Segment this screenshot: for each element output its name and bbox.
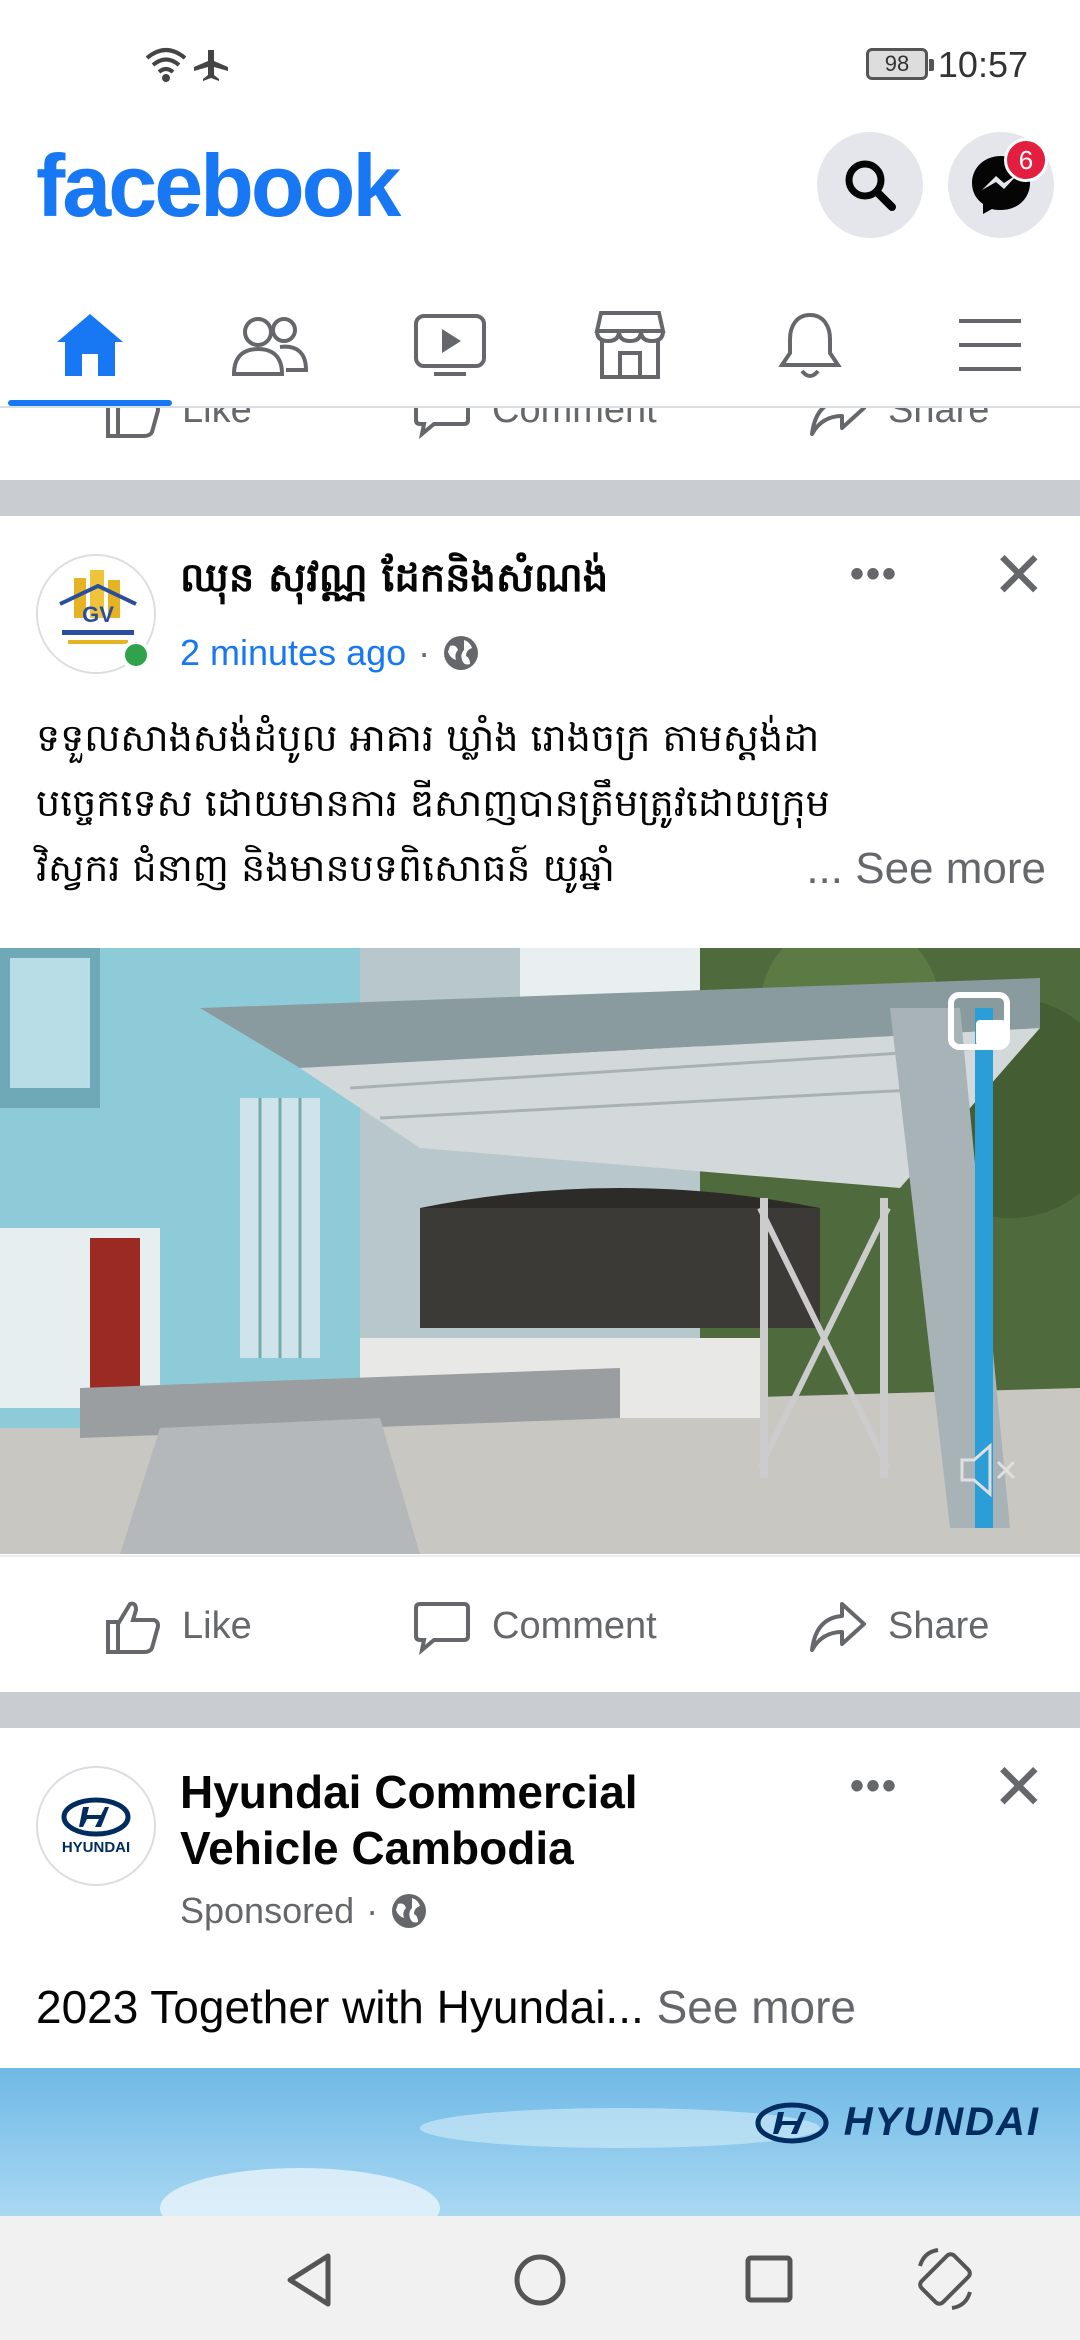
avatar-brand-text: HYUNDAI (61, 1838, 131, 1856)
post-text-line-1: ទទួលសាងសង់ដំបូល អាគារ ឃ្លាំង រោងចក្រ តាម… (36, 716, 820, 760)
prev-share-label: Share (888, 408, 990, 431)
post-author-name[interactable]: ឈុន សុវណ្ណ ដែកនិងសំណង់ (180, 552, 608, 611)
prev-post-action-bar: Like Comment Share (0, 408, 1080, 480)
like-button[interactable]: Like (102, 1596, 252, 1656)
see-more-label: See more (855, 844, 1046, 893)
prev-comment-button[interactable]: Comment (412, 408, 657, 440)
messenger-badge: 6 (1004, 138, 1048, 182)
tab-notifications[interactable] (720, 280, 900, 410)
ad-banner-image[interactable]: HYUNDAI (0, 2068, 1080, 2216)
system-navigation-bar (0, 2216, 1080, 2340)
search-button[interactable] (817, 132, 923, 238)
ad-body: 2023 Together with Hyundai... See more (36, 1980, 856, 2034)
battery-indicator: 98 (866, 48, 934, 80)
post-text-line-3: វិស្វករ ជំនាញ និងមានបទពិសោធន៍ យូឆ្នាំ (36, 846, 615, 890)
post-options-button[interactable]: ••• (850, 552, 898, 597)
tab-home[interactable] (0, 280, 180, 410)
status-time: 10:57 (937, 44, 1028, 85)
hyundai-logo-icon (61, 1797, 131, 1836)
marketplace-icon (594, 311, 666, 379)
sponsor-name[interactable]: Hyundai Commercial Vehicle Cambodia (180, 1764, 638, 1876)
watch-icon (414, 314, 486, 376)
post-meta: 2 minutes ago · (180, 632, 480, 674)
globe-icon (444, 636, 479, 670)
tab-menu[interactable] (900, 280, 1080, 410)
sponsor-name-line-2: Vehicle Cambodia (180, 1822, 574, 1874)
share-icon (810, 408, 866, 436)
home-icon (57, 314, 123, 376)
share-label: Share (888, 1604, 990, 1647)
banner-brand-text: HYUNDAI (843, 2100, 1040, 2144)
prev-share-button[interactable]: Share (808, 408, 989, 440)
facebook-logo[interactable]: facebook (36, 135, 401, 237)
feed-separator-2 (0, 1692, 1080, 1728)
messenger-button[interactable]: 6 (948, 132, 1054, 238)
meta-separator: · (418, 632, 431, 673)
hyundai-emblem-icon (755, 2102, 829, 2143)
post-timestamp[interactable]: 2 minutes ago (180, 632, 406, 674)
meta-separator-2: · (366, 1890, 379, 1931)
friends-icon (231, 317, 309, 376)
post-text-line-3-row: វិស្វករ ជំនាញ និងមានបទពិសោធន៍ យូឆ្នាំ ..… (36, 836, 1046, 901)
avatar-logo-text: GV (82, 602, 114, 627)
back-icon[interactable] (284, 2252, 334, 2308)
notifications-icon (778, 312, 842, 378)
post-body: ទទួលសាងសង់ដំបូល អាគារ ឃ្លាំង រោងចក្រ តាម… (36, 706, 1046, 901)
post-text-line-2: បច្ចេកទេស ដោយមានការ ឌីសាញបានត្រឹមត្រូវដោ… (36, 781, 830, 825)
menu-icon (959, 319, 1021, 371)
banner-brand: HYUNDAI (754, 2100, 1040, 2145)
sponsor-options-button[interactable]: ••• (850, 1764, 898, 1809)
home-nav-icon[interactable] (512, 2252, 568, 2308)
share-button[interactable]: Share (808, 1596, 989, 1656)
pip-icon[interactable] (948, 992, 1010, 1050)
like-label: Like (182, 1604, 252, 1647)
ad-see-more-link[interactable]: See more (657, 1981, 856, 2033)
feed-separator (0, 480, 1080, 516)
sponsored-label[interactable]: Sponsored (180, 1890, 354, 1932)
prev-like-label: Like (182, 408, 252, 431)
hide-post-button[interactable]: ✕ (992, 538, 1046, 613)
sponsor-meta: Sponsored · (180, 1890, 428, 1932)
like-icon (106, 408, 160, 438)
comment-icon (414, 1602, 470, 1656)
mute-icon[interactable] (958, 1442, 1020, 1498)
recents-icon[interactable] (744, 2254, 794, 2304)
sponsor-avatar[interactable]: HYUNDAI (36, 1766, 156, 1886)
airplane-icon (194, 50, 228, 81)
see-more-ellipsis: ... (806, 844, 843, 893)
post-video[interactable] (0, 948, 1080, 1554)
comment-icon (414, 408, 470, 440)
wifi-icon (145, 48, 187, 82)
online-status-dot (121, 640, 151, 670)
like-icon (106, 1601, 160, 1654)
status-bar: 98 10:57 (0, 0, 1080, 130)
comment-button[interactable]: Comment (412, 1596, 657, 1656)
tab-watch[interactable] (360, 280, 540, 410)
tab-friends[interactable] (180, 280, 360, 410)
sponsor-name-line-1: Hyundai Commercial (180, 1766, 638, 1818)
prev-comment-label: Comment (492, 408, 657, 431)
share-icon (810, 1602, 866, 1652)
ad-text: 2023 Together with Hyundai... (36, 1981, 644, 2033)
rotate-screen-icon[interactable] (910, 2244, 980, 2314)
comment-label: Comment (492, 1604, 657, 1647)
globe-icon (392, 1894, 427, 1928)
search-icon (845, 160, 896, 211)
video-frame (0, 948, 1080, 1554)
hide-ad-button[interactable]: ✕ (992, 1750, 1046, 1825)
see-more-link[interactable]: ... See more (806, 836, 1046, 901)
tab-marketplace[interactable] (540, 280, 720, 410)
prev-like-button[interactable]: Like (102, 408, 252, 440)
post-media-divider (0, 1555, 1080, 1557)
